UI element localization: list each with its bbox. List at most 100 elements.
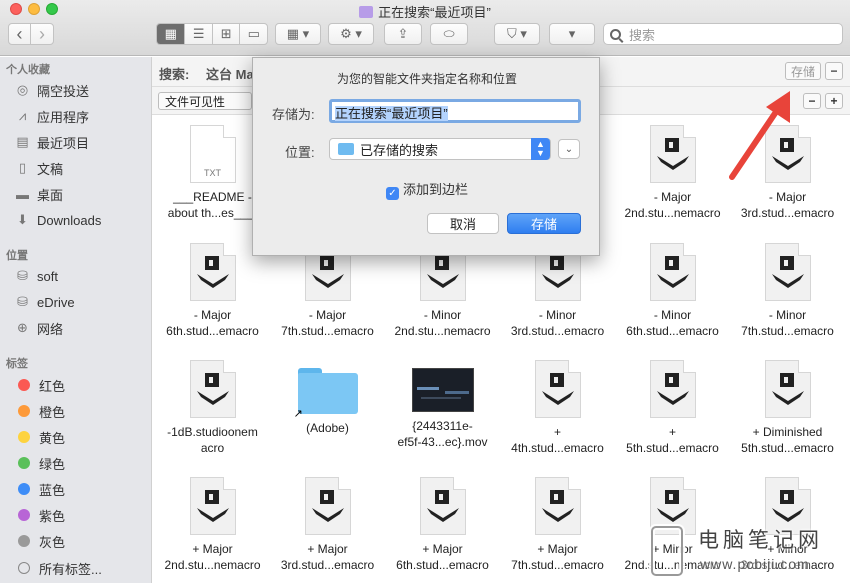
file-name-line: - Major [193, 308, 232, 322]
watermark-logo-icon [649, 524, 685, 578]
tags-button[interactable]: ⬭ [430, 23, 468, 45]
save-button[interactable]: 存储 [507, 213, 581, 234]
file-item[interactable]: -1dB.studioonem acro [155, 360, 270, 456]
dropbox-button[interactable]: ⛉ ▾ [494, 23, 540, 45]
macro-file-icon [764, 243, 811, 301]
search-field[interactable]: 搜索 [603, 23, 843, 45]
file-name: - Minor 6th.stud...emacro [615, 307, 730, 339]
sidebar-item-applications[interactable]: ⩘ 应用程序 [14, 106, 89, 126]
list-view-icon[interactable]: ☰ [184, 24, 212, 44]
group-button[interactable]: ▦ ▾ [275, 23, 321, 45]
location-select[interactable]: 已存储的搜索 ▲ ▼ [329, 138, 551, 160]
sidebar-item-network[interactable]: ⊕ 网络 [14, 318, 63, 338]
file-item[interactable]: - Minor 7th.stud...emacro [730, 243, 845, 339]
scope-this-mac[interactable]: 这台 Ma [206, 64, 254, 83]
file-item[interactable]: + Major 6th.stud...emacro [385, 477, 500, 573]
criteria-select[interactable]: 文件可见性 [158, 92, 252, 110]
downloads-icon: ⬇ [17, 212, 28, 227]
network-icon: ⊕ [17, 320, 28, 335]
documents-icon: ▯ [18, 160, 27, 175]
file-name: -1dB.studioonem acro [155, 424, 270, 456]
file-name: + Major 6th.stud...emacro [385, 541, 500, 573]
sidebar-item-soft[interactable]: ⛁ soft [14, 266, 58, 286]
file-item[interactable]: - Minor 6th.stud...emacro [615, 243, 730, 339]
sidebar-item-tag[interactable]: 蓝色 [14, 479, 65, 499]
gallery-view-icon[interactable]: ▭ [239, 24, 267, 44]
file-item[interactable]: - Minor 3rd.stud...emacro [500, 243, 615, 339]
file-name: - Major 6th.stud...emacro [155, 307, 270, 339]
sidebar-item-edrive[interactable]: ⛁ eDrive [14, 292, 75, 312]
sidebar-item-tag[interactable]: 橙色 [14, 401, 65, 421]
save-search-button[interactable]: 存储 [785, 62, 821, 80]
search-scope-label: 搜索: [159, 67, 190, 82]
tag-color-dot-icon [18, 431, 30, 443]
location-label: 位置: [285, 145, 315, 160]
add-to-sidebar-checkbox[interactable]: ✓ [385, 187, 399, 200]
tag-color-dot-icon [18, 535, 30, 547]
share-button[interactable]: ⇪ [384, 23, 422, 45]
file-item[interactable]: + Major 3rd.stud...emacro [270, 477, 385, 573]
file-item[interactable]: + Major 2nd.stu...nemacro [155, 477, 270, 573]
dropbox-icon: ⛉ ▾ [507, 26, 527, 41]
file-name-line: + Major [422, 542, 463, 556]
sidebar-item-tag[interactable]: 红色 [14, 375, 65, 395]
file-name-line: - Major [308, 308, 347, 322]
column-view-icon[interactable]: ⊞ [211, 24, 240, 44]
file-name-line: 5th.stud...emacro [741, 441, 834, 455]
sidebar-item-tag[interactable]: 灰色 [14, 531, 65, 551]
sidebar-item-all-tags[interactable]: 所有标签... [14, 558, 102, 578]
remove-rule-button[interactable]: − [803, 93, 821, 109]
action-button[interactable]: ⚙ ▾ [328, 23, 374, 45]
sidebar-item-tag[interactable]: 紫色 [14, 505, 65, 525]
file-name-line: acro [200, 441, 225, 455]
macro-file-icon [534, 360, 581, 418]
tag-color-dot-icon [18, 405, 30, 417]
add-rule-button[interactable]: + [825, 93, 843, 109]
sidebar-item-airdrop[interactable]: ◎ 隔空投送 [14, 80, 89, 100]
file-item[interactable]: + Major 7th.stud...emacro [500, 477, 615, 573]
sidebar-item-tag[interactable]: 绿色 [14, 453, 65, 473]
sidebar-header-favorites: 个人收藏 [6, 64, 50, 76]
sidebar-item-downloads[interactable]: ⬇ Downloads [14, 210, 101, 230]
movie-thumbnail-icon [411, 368, 474, 412]
file-item[interactable]: ↗ (Adobe) [270, 360, 385, 436]
sidebar-item-documents[interactable]: ▯ 文稿 [14, 158, 63, 178]
file-name-line: + Major [537, 542, 578, 556]
file-name-line: - Minor [768, 308, 807, 322]
smart-folder-icon [359, 6, 374, 18]
save-as-label: 存储为: [272, 107, 315, 122]
file-name-line: 3rd.stud...emacro [510, 324, 605, 338]
back-forward-control: ‹ › [8, 23, 54, 45]
file-item[interactable]: {2443311e-ef5f-43...ec}.mov [385, 360, 500, 450]
forward-button[interactable]: › [31, 24, 53, 44]
text-file-icon: TXT [189, 125, 236, 183]
file-item[interactable]: - Minor 2nd.stu...nemacro [385, 243, 500, 339]
cancel-button[interactable]: 取消 [427, 213, 499, 234]
back-button[interactable]: ‹ [9, 24, 31, 44]
share-icon: ⇪ [397, 26, 409, 41]
extra-menu-button[interactable]: ▾ [549, 23, 595, 45]
remove-criteria-button[interactable]: − [825, 62, 843, 80]
sidebar-item-desktop[interactable]: ▬ 桌面 [14, 184, 63, 204]
sidebar-item-recents[interactable]: ▤ 最近项目 [14, 132, 89, 152]
file-item[interactable]: - Major 7th.stud...emacro [270, 243, 385, 339]
file-name: +5th.stud...emacro [615, 424, 730, 456]
finder-window: 正在搜索“最近项目” ‹ › ▦ ☰ ⊞ ▭ ▦ ▾ ⚙ ▾ ⇪ ⬭ ⛉ ▾ ▾… [0, 0, 850, 583]
file-item[interactable]: + Diminished 5th.stud...emacro [730, 360, 845, 456]
file-item[interactable]: - Major 2nd.stu...nemacro [615, 125, 730, 221]
tag-color-dot-icon [18, 457, 30, 469]
sidebar-item-tag[interactable]: 黄色 [14, 427, 65, 447]
file-item[interactable]: - Major 6th.stud...emacro [155, 243, 270, 339]
search-icon [610, 28, 621, 40]
view-mode-control: ▦ ☰ ⊞ ▭ [156, 23, 268, 45]
file-name: - Minor 2nd.stu...nemacro [385, 307, 500, 339]
file-item[interactable]: +4th.stud...emacro [500, 360, 615, 456]
file-item[interactable]: +5th.stud...emacro [615, 360, 730, 456]
file-name-line: 2nd.stu...nemacro [394, 324, 491, 338]
file-name: + Major 3rd.stud...emacro [270, 541, 385, 573]
sidebar-header-locations: 位置 [6, 250, 28, 262]
name-field[interactable]: 正在搜索“最近项目” [329, 99, 581, 123]
icon-view-icon[interactable]: ▦ [157, 24, 185, 44]
toolbar: 正在搜索“最近项目” ‹ › ▦ ☰ ⊞ ▭ ▦ ▾ ⚙ ▾ ⇪ ⬭ ⛉ ▾ ▾… [0, 0, 850, 56]
expand-dialog-button[interactable]: ⌄ [558, 139, 580, 159]
